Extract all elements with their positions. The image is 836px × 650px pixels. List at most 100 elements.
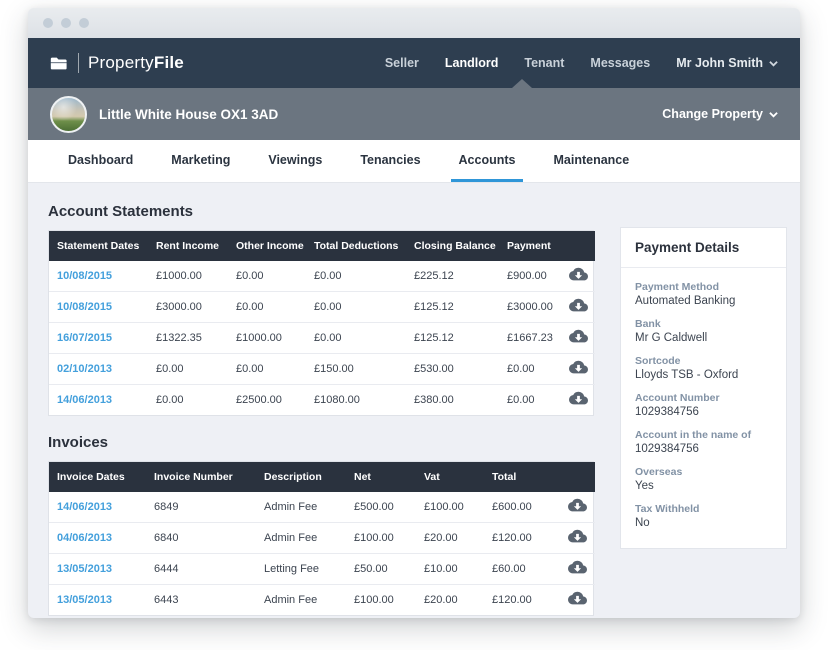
- payment-details-body: Payment Method Automated Banking BankMr G …: [621, 268, 786, 548]
- download-cell: [561, 261, 595, 292]
- cloud-download-icon[interactable]: [569, 267, 588, 282]
- section-tabs: Dashboard Marketing Viewings Tenancies A…: [28, 140, 800, 183]
- folder-icon: [50, 56, 69, 71]
- detail-field: SortcodeLloyds TSB - Oxford: [635, 355, 772, 381]
- table-cell: £1322.35: [148, 323, 228, 354]
- date-cell: 02/10/2013: [49, 354, 148, 385]
- cloud-download-icon[interactable]: [569, 298, 588, 313]
- table-cell: £20.00: [416, 523, 484, 554]
- detail-field: Tax WithheldNo: [635, 503, 772, 529]
- date-cell: 13/05/2013: [49, 554, 146, 585]
- field-value: Mr G Caldwell: [635, 332, 772, 344]
- table-cell: £0.00: [306, 323, 406, 354]
- main-column: Account Statements Statement Dates Rent …: [48, 189, 594, 616]
- cloud-download-icon[interactable]: [569, 391, 588, 406]
- column-header: Vat: [416, 462, 484, 492]
- table-row: 14/06/20136849Admin Fee£500.00£100.00£60…: [49, 492, 595, 523]
- table-cell: £100.00: [346, 585, 416, 616]
- cloud-download-icon[interactable]: [568, 498, 587, 513]
- tab-marketing[interactable]: Marketing: [163, 140, 238, 182]
- field-value: No: [635, 517, 772, 529]
- download-cell: [561, 292, 595, 323]
- logo-divider: [78, 53, 79, 73]
- nav-item-messages[interactable]: Messages: [590, 56, 650, 70]
- column-header: Description: [256, 462, 346, 492]
- date-cell: 13/05/2013: [49, 585, 146, 616]
- table-cell: £0.00: [228, 354, 306, 385]
- table-cell: £0.00: [306, 292, 406, 323]
- detail-field: OverseasYes: [635, 466, 772, 492]
- date-link[interactable]: 14/06/2013: [57, 394, 112, 406]
- column-header: Total Deductions: [306, 231, 406, 261]
- date-link[interactable]: 16/07/2015: [57, 332, 112, 344]
- window-control-dot[interactable]: [79, 18, 89, 28]
- table-row: 16/07/2015£1322.35£1000.00£0.00£125.12£1…: [49, 323, 595, 354]
- date-link[interactable]: 04/06/2013: [57, 532, 112, 544]
- column-header: Invoice Number: [146, 462, 256, 492]
- table-cell: Admin Fee: [256, 585, 346, 616]
- propertyfile-logo[interactable]: PropertyFile: [50, 53, 184, 73]
- field-label: Overseas: [635, 466, 772, 478]
- cloud-download-icon[interactable]: [569, 329, 588, 344]
- detail-field: BankMr G Caldwell: [635, 318, 772, 344]
- date-cell: 10/08/2015: [49, 261, 148, 292]
- nav-item-seller[interactable]: Seller: [385, 56, 419, 70]
- statements-table: Statement Dates Rent Income Other Income…: [48, 230, 594, 416]
- cloud-download-icon[interactable]: [569, 360, 588, 375]
- table-cell: £1000.00: [148, 261, 228, 292]
- payment-details-panel: Payment Details Payment Method Automated …: [620, 227, 787, 549]
- nav-item-tenant[interactable]: Tenant: [524, 56, 564, 70]
- tab-tenancies[interactable]: Tenancies: [352, 140, 428, 182]
- date-link[interactable]: 13/05/2013: [57, 563, 112, 575]
- cloud-download-icon[interactable]: [568, 529, 587, 544]
- table-cell: £3000.00: [499, 292, 561, 323]
- cloud-download-icon[interactable]: [568, 591, 587, 606]
- column-header: [559, 462, 595, 492]
- tab-maintenance[interactable]: Maintenance: [545, 140, 637, 182]
- table-cell: £225.12: [406, 261, 499, 292]
- nav-menu: Seller Landlord Tenant Messages Mr John …: [385, 56, 778, 70]
- download-cell: [561, 354, 595, 385]
- table-cell: £500.00: [346, 492, 416, 523]
- change-property-button[interactable]: Change Property: [662, 107, 778, 121]
- tab-accounts[interactable]: Accounts: [451, 140, 524, 182]
- table-cell: 6444: [146, 554, 256, 585]
- table-row: 10/08/2015£3000.00£0.00£0.00£125.12£3000…: [49, 292, 595, 323]
- window-titlebar: [28, 8, 800, 38]
- table-cell: £100.00: [416, 492, 484, 523]
- field-value: Automated Banking: [635, 295, 772, 307]
- date-link[interactable]: 13/05/2013: [57, 594, 112, 606]
- field-value: Lloyds TSB - Oxford: [635, 369, 772, 381]
- field-label: Account in the name of: [635, 429, 772, 441]
- table-cell: £120.00: [484, 585, 559, 616]
- tab-dashboard[interactable]: Dashboard: [60, 140, 141, 182]
- date-cell: 14/06/2013: [49, 492, 146, 523]
- detail-field: Payment Method Automated Banking: [635, 281, 772, 307]
- property-avatar[interactable]: [50, 96, 87, 133]
- date-link[interactable]: 10/08/2015: [57, 301, 112, 313]
- cloud-download-icon[interactable]: [568, 560, 587, 575]
- table-cell: 6840: [146, 523, 256, 554]
- download-cell: [559, 523, 595, 554]
- tab-viewings[interactable]: Viewings: [260, 140, 330, 182]
- window-control-dot[interactable]: [43, 18, 53, 28]
- table-cell: £1080.00: [306, 385, 406, 416]
- table-cell: £50.00: [346, 554, 416, 585]
- date-link[interactable]: 02/10/2013: [57, 363, 112, 375]
- nav-item-landlord[interactable]: Landlord: [445, 56, 498, 70]
- table-row: 13/05/20136443Admin Fee£100.00£20.00£120…: [49, 585, 595, 616]
- chevron-down-icon: [769, 59, 778, 68]
- window-control-dot[interactable]: [61, 18, 71, 28]
- user-menu[interactable]: Mr John Smith: [676, 56, 778, 70]
- date-link[interactable]: 14/06/2013: [57, 501, 112, 513]
- table-cell: £0.00: [499, 354, 561, 385]
- column-header: Total: [484, 462, 559, 492]
- table-cell: £600.00: [484, 492, 559, 523]
- download-cell: [561, 385, 595, 416]
- table-cell: Letting Fee: [256, 554, 346, 585]
- property-bar: Little White House OX1 3AD Change Proper…: [28, 88, 800, 140]
- date-link[interactable]: 10/08/2015: [57, 270, 112, 282]
- payment-details-title: Payment Details: [621, 228, 786, 268]
- property-name: Little White House OX1 3AD: [99, 107, 278, 122]
- field-label: Payment Method: [635, 281, 772, 293]
